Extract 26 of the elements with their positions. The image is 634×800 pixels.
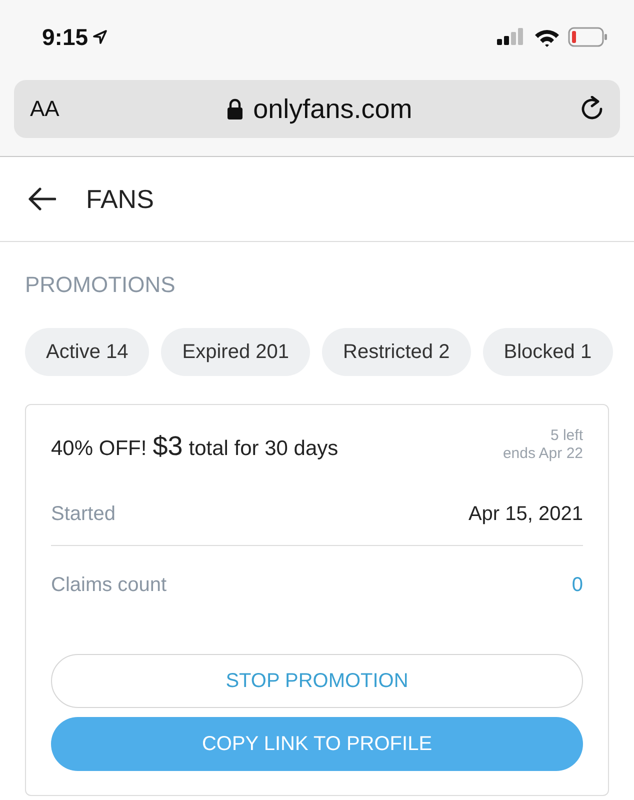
claims-left: 5 left bbox=[550, 427, 583, 445]
back-arrow-icon[interactable] bbox=[28, 187, 56, 211]
lock-icon bbox=[227, 98, 244, 120]
filter-chip[interactable]: Expired 201 bbox=[161, 328, 310, 376]
wifi-icon bbox=[534, 28, 560, 46]
filter-chip[interactable]: Blocked 1 bbox=[482, 328, 613, 376]
address-bar[interactable]: AA onlyfans.com bbox=[14, 80, 620, 138]
location-arrow-icon bbox=[92, 29, 108, 45]
url-text: onlyfans.com bbox=[253, 94, 412, 124]
reload-icon[interactable] bbox=[580, 96, 604, 122]
filter-chip[interactable]: Restricted 2 bbox=[322, 328, 471, 376]
row-value: Apr 15, 2021 bbox=[468, 502, 583, 526]
end-date: ends Apr 22 bbox=[502, 445, 583, 463]
page-title: FANS bbox=[86, 184, 154, 214]
row-value: 0 bbox=[572, 574, 583, 596]
row-label: Started bbox=[51, 502, 116, 526]
terms-text: total for 30 days bbox=[188, 437, 338, 461]
clock-time: 9:15 bbox=[42, 24, 88, 50]
section-title: PROMOTIONS bbox=[25, 272, 176, 298]
price-text: $3 bbox=[152, 431, 183, 462]
battery-icon bbox=[568, 27, 608, 47]
text-size-button[interactable]: AA bbox=[30, 96, 60, 122]
row-label: Claims count bbox=[51, 574, 167, 596]
discount-text: 40% OFF! bbox=[51, 437, 147, 461]
filter-chip[interactable]: Active 14 bbox=[25, 328, 150, 376]
signal-icon bbox=[496, 28, 526, 46]
